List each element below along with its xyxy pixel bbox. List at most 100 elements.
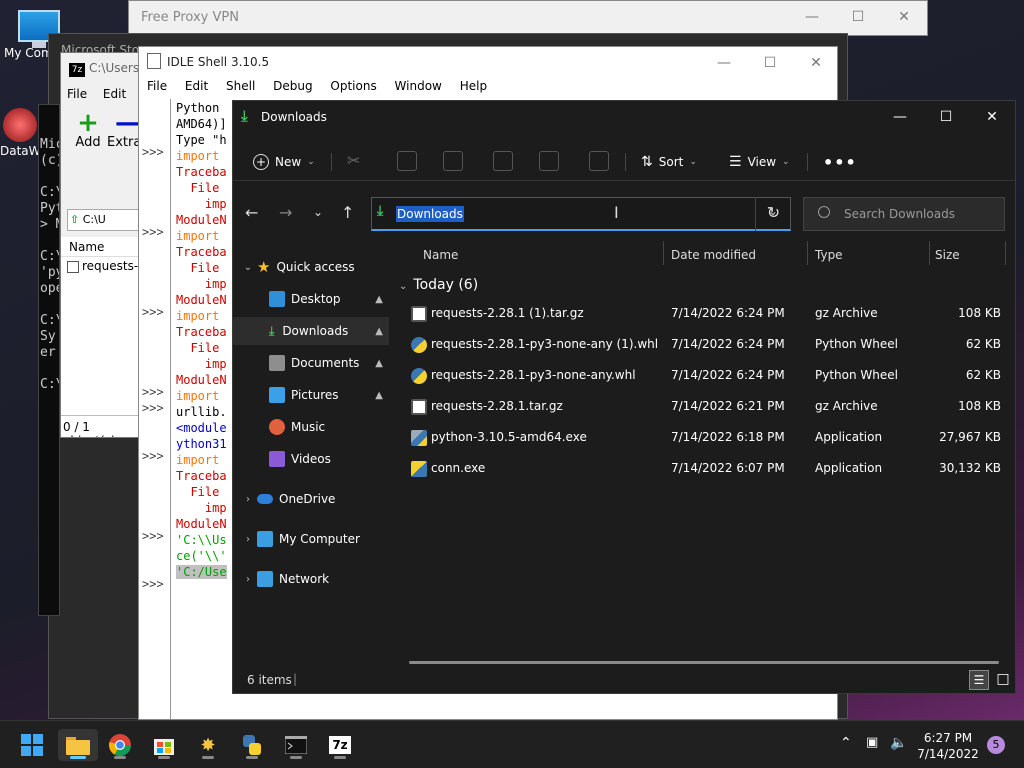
minimize-icon[interactable]: — xyxy=(877,101,923,133)
table-row[interactable]: conn.exe 7/14/2022 6:07 PM Application 3… xyxy=(395,454,1011,484)
taskbar-7zip[interactable]: 7z xyxy=(320,729,360,761)
nav-item-my-computer[interactable]: › My Computer xyxy=(233,525,389,553)
close-icon[interactable]: ✕ xyxy=(793,47,837,79)
taskbar-terminal[interactable] xyxy=(276,729,316,761)
nav-item-downloads[interactable]: ⤓ Downloads ▲ xyxy=(233,317,389,345)
taskbar-chrome[interactable] xyxy=(100,729,140,761)
nav-item-desktop[interactable]: Desktop ▲ xyxy=(233,285,389,313)
add-button[interactable]: + Add xyxy=(71,110,105,150)
tiles-view-icon[interactable]: □ xyxy=(993,670,1013,690)
column-header-date[interactable]: Date modified xyxy=(671,241,756,269)
vpn-window[interactable]: Free Proxy VPN — ☐ ✕ xyxy=(128,0,928,36)
horizontal-scrollbar[interactable] xyxy=(409,661,999,664)
view-button[interactable]: ☰ View ⌄ xyxy=(729,150,790,174)
nav-item-onedrive[interactable]: › OneDrive xyxy=(233,485,389,513)
list-item[interactable]: requests-2 xyxy=(61,257,143,275)
menu-edit[interactable]: Edit xyxy=(185,79,208,93)
maximize-icon[interactable]: ☐ xyxy=(835,1,881,33)
column-divider[interactable] xyxy=(807,241,808,265)
copy-icon[interactable] xyxy=(397,151,417,171)
close-icon[interactable]: ✕ xyxy=(881,1,927,33)
volume-icon[interactable]: 🔈 xyxy=(890,735,907,751)
column-header-type[interactable]: Type xyxy=(815,241,843,269)
column-divider[interactable] xyxy=(929,241,930,265)
cmd-window[interactable]: Mic (c) C:\ Pyt > M C:\ 'py ope C:\ Sy e… xyxy=(38,104,60,616)
close-icon[interactable]: ✕ xyxy=(969,101,1015,133)
nav-item-documents[interactable]: Documents ▲ xyxy=(233,349,389,377)
nav-label: My Computer xyxy=(279,532,360,546)
new-button[interactable]: + New ⌄ xyxy=(253,150,315,174)
minimize-icon[interactable]: — xyxy=(789,1,835,33)
table-row[interactable]: requests-2.28.1-py3-none-any (1).whl 7/1… xyxy=(395,330,1011,360)
file-size: 30,132 KB xyxy=(939,461,1001,475)
table-row[interactable]: requests-2.28.1.tar.gz 7/14/2022 6:21 PM… xyxy=(395,392,1011,422)
cut-icon[interactable]: ✂ xyxy=(347,151,367,171)
desktop-icon-dataw[interactable]: DataW xyxy=(0,108,41,158)
back-arrow-icon[interactable]: ← xyxy=(245,203,258,222)
sevenzip-window[interactable]: 7zC:\Users\ File Edit V + Add — Extrac ⇧… xyxy=(60,52,144,438)
table-row[interactable]: requests-2.28.1-py3-none-any.whl 7/14/20… xyxy=(395,361,1011,391)
address-input-text[interactable]: Downloads xyxy=(396,206,464,222)
menu-shell[interactable]: Shell xyxy=(226,79,255,93)
running-indicator xyxy=(290,756,302,759)
rename-icon[interactable] xyxy=(493,151,513,171)
taskbar-store[interactable] xyxy=(144,729,184,761)
forward-arrow-icon[interactable]: → xyxy=(279,203,292,222)
taskbar-python[interactable] xyxy=(232,729,272,761)
clock[interactable]: 6:27 PM 7/14/2022 xyxy=(914,730,982,762)
menu-bar: File Edit V xyxy=(67,87,143,101)
menu-help[interactable]: Help xyxy=(460,79,487,93)
delete-icon[interactable] xyxy=(589,151,609,171)
nav-item-network[interactable]: › Network xyxy=(233,565,389,593)
column-divider[interactable] xyxy=(663,241,664,265)
recent-locations-icon[interactable]: ⌄ xyxy=(313,205,323,219)
column-header-name[interactable]: Name xyxy=(423,241,458,269)
column-header-size[interactable]: Size xyxy=(935,241,960,269)
explorer-window[interactable]: ⤓ Downloads — ☐ ✕ + New ⌄ ✂ ⇅ Sort ⌄ ☰ V… xyxy=(232,100,1016,694)
paste-icon[interactable] xyxy=(443,151,463,171)
menu-file[interactable]: File xyxy=(147,79,167,93)
start-button[interactable] xyxy=(12,729,52,761)
taskbar-app-sparkle[interactable]: ✸ xyxy=(188,729,228,761)
more-options-icon[interactable]: ••• xyxy=(823,150,857,174)
details-view-icon[interactable]: ☰ xyxy=(969,670,989,690)
menu-options[interactable]: Options xyxy=(330,79,376,93)
nav-item-videos[interactable]: Videos xyxy=(233,445,389,473)
notification-badge[interactable]: 5 xyxy=(987,736,1005,754)
nav-item-pictures[interactable]: Pictures ▲ xyxy=(233,381,389,409)
sort-button[interactable]: ⇅ Sort ⌄ xyxy=(641,150,697,174)
search-input[interactable]: Search Downloads xyxy=(803,197,1005,231)
up-arrow-icon[interactable]: ↑ xyxy=(341,203,354,222)
minimize-icon[interactable]: — xyxy=(701,47,747,79)
column-header-name[interactable]: Name xyxy=(61,237,143,257)
table-row[interactable]: requests-2.28.1 (1).tar.gz 7/14/2022 6:2… xyxy=(395,299,1011,329)
window-title: Downloads xyxy=(261,110,327,124)
share-icon[interactable] xyxy=(539,151,559,171)
chevron-right-icon: › xyxy=(246,533,250,545)
network-status-icon[interactable]: ▣ xyxy=(866,735,878,750)
maximize-icon[interactable]: ☐ xyxy=(747,47,793,79)
pin-icon[interactable]: ▲ xyxy=(375,358,383,369)
file-size: 62 KB xyxy=(965,337,1001,351)
shell-line: urllib. xyxy=(176,405,227,419)
refresh-icon[interactable]: ↻ xyxy=(755,197,791,231)
pin-icon[interactable]: ▲ xyxy=(375,326,383,337)
column-divider[interactable] xyxy=(1005,241,1006,265)
taskbar-file-explorer[interactable] xyxy=(58,729,98,761)
table-row[interactable]: python-3.10.5-amd64.exe 7/14/2022 6:18 P… xyxy=(395,423,1011,453)
nav-item-quick-access[interactable]: ⌄ ★ Quick access xyxy=(233,253,389,281)
shell-line: File xyxy=(176,341,220,355)
pin-icon[interactable]: ▲ xyxy=(375,390,383,401)
menu-file[interactable]: File xyxy=(67,87,87,101)
menu-window[interactable]: Window xyxy=(395,79,442,93)
chevron-up-icon[interactable]: ⌃ xyxy=(840,735,852,751)
group-header[interactable]: ⌄ Today (6) xyxy=(399,277,478,293)
maximize-icon[interactable]: ☐ xyxy=(923,101,969,133)
address-bar[interactable]: ⤓ Downloads I ⌄ xyxy=(371,197,791,231)
pin-icon[interactable]: ▲ xyxy=(375,294,383,305)
menu-edit[interactable]: Edit xyxy=(103,87,126,101)
address-bar[interactable]: ⇧ C:\U xyxy=(67,209,143,231)
nav-item-music[interactable]: Music xyxy=(233,413,389,441)
menu-debug[interactable]: Debug xyxy=(273,79,312,93)
up-folder-icon[interactable]: ⇧ xyxy=(70,213,79,226)
